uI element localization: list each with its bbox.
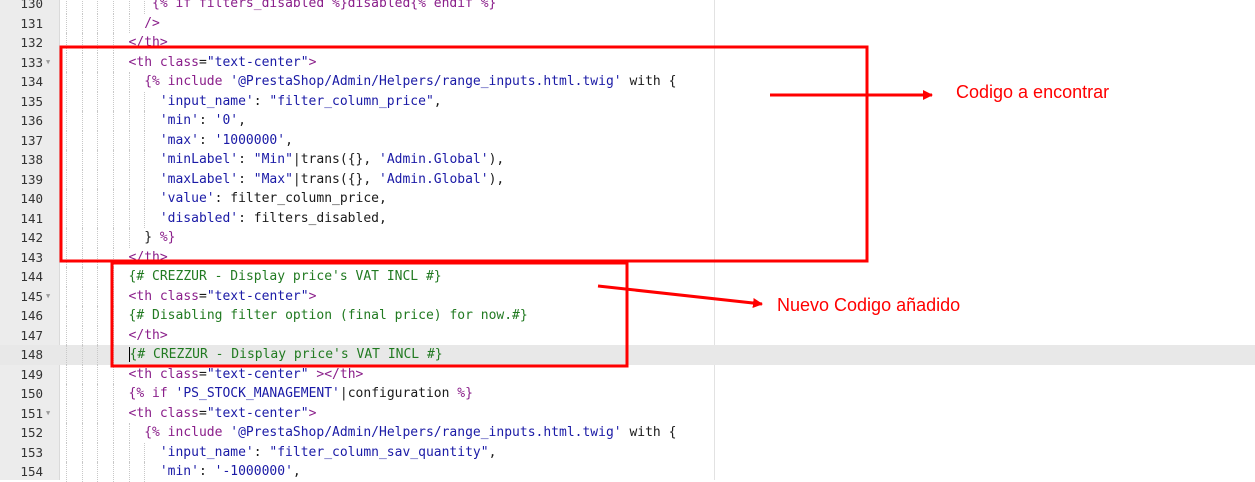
highlight-box-existing-code — [59, 45, 869, 263]
annotation-label-find: Codigo a encontrar — [956, 82, 1110, 102]
annotation-overlay — [59, 45, 933, 368]
arrow-new-code — [597, 284, 763, 308]
annotation-label-new: Nuevo Codigo añadido — [777, 295, 961, 315]
highlight-box-new-code — [110, 261, 629, 368]
code-editor[interactable]: 130 {% if filters_disabled %}disabled{% e… — [0, 0, 1255, 482]
